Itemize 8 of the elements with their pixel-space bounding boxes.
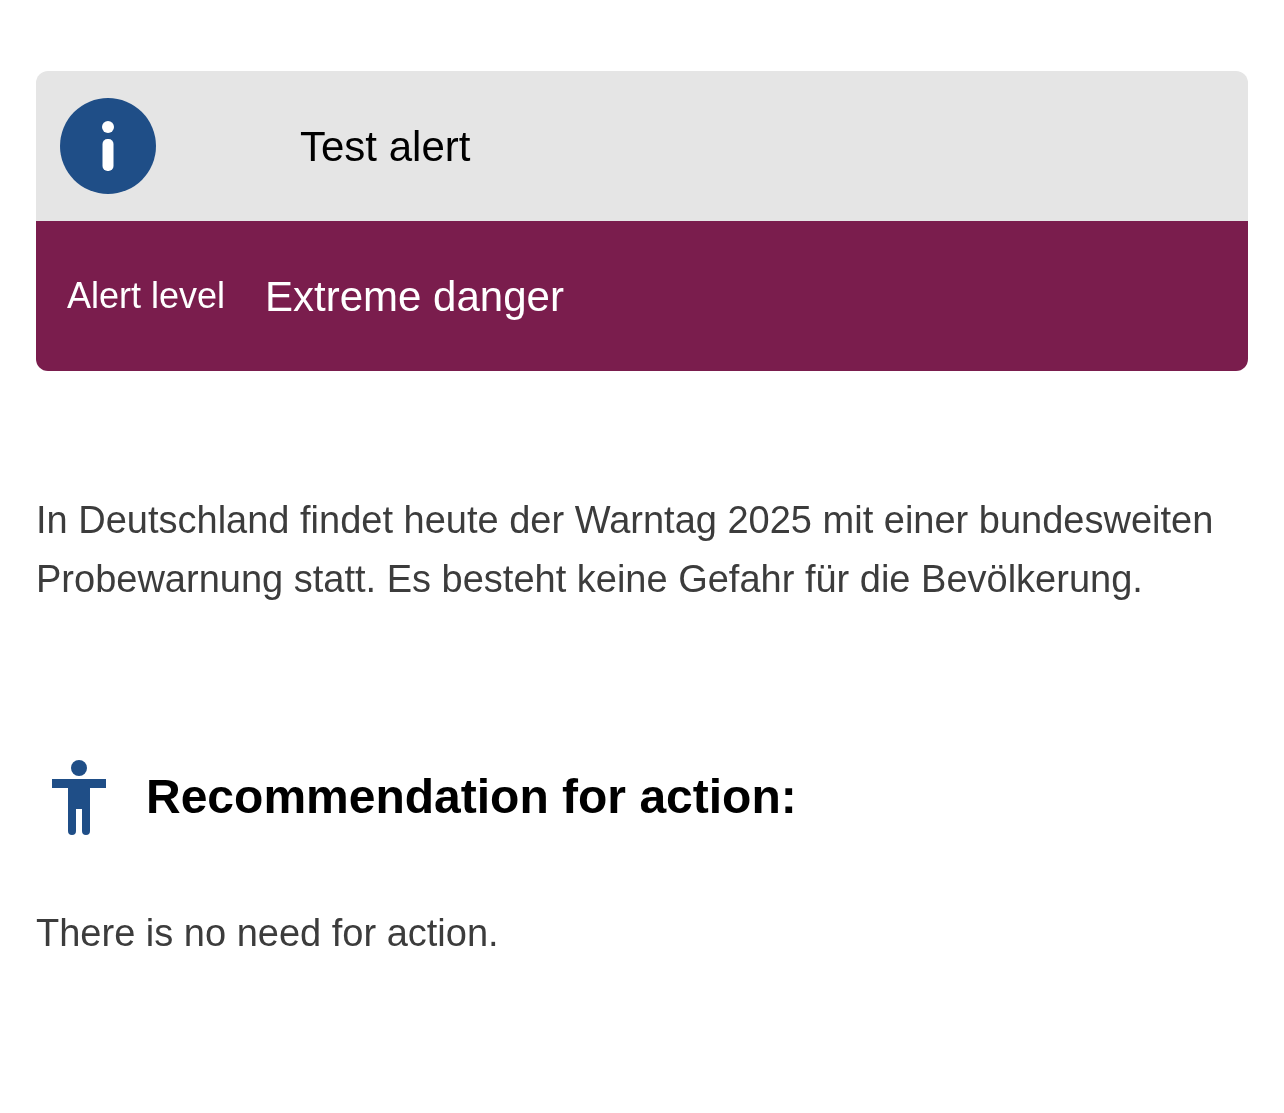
recommendation-heading: Recommendation for action: [146, 769, 797, 825]
alert-level-label: Alert level [67, 274, 226, 318]
alert-description: In Deutschland findet heute der Warntag 2025 mit einer bundesweiten Probewarnung statt. Es besteht keine Gefahr für die Bevölkerung. [36, 498, 1215, 602]
person-icon [50, 759, 108, 835]
info-icon [60, 98, 156, 194]
alert-title: Test alert [300, 121, 471, 172]
alert-level-value: Extreme danger [265, 271, 564, 322]
recommendation-text: There is no need for action. [36, 911, 500, 956]
